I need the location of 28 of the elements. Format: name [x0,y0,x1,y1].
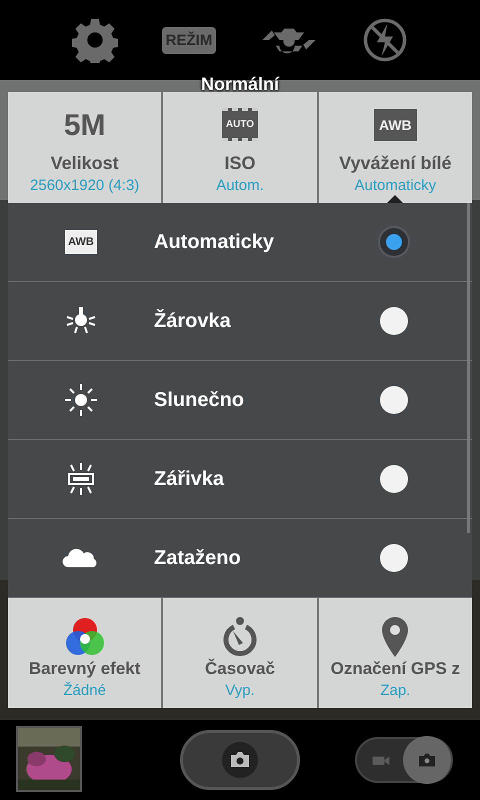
sun-icon [63,383,99,417]
camera-video-toggle[interactable] [355,737,453,783]
setting-tile[interactable]: Časovač Vyp. [163,598,317,708]
option-label: Slunečno [154,388,246,412]
radio-button[interactable] [380,465,408,493]
camera-icon [417,752,437,768]
option-label: Zataženo [154,546,242,570]
awb-icon: AWB [374,109,417,141]
flash-off-icon[interactable] [362,17,408,63]
location-pin-icon [380,615,410,659]
setting-tile[interactable]: AWB Vyvážení bílé Automaticky [318,92,472,203]
setting-tile[interactable]: 5M Velikost 2560x1920 (4:3) [8,92,162,203]
settings-icon[interactable] [72,17,118,63]
setting-tile[interactable]: Označení GPS z Zap. [318,598,472,708]
setting-tile[interactable]: Barevný efekt Žádné [8,598,162,708]
size-icon-text: 5M [64,109,106,143]
option-label: Zářivka [154,468,226,490]
iso-icon: AUTO [222,108,258,141]
option-label: Automaticky [154,230,276,254]
radio-button[interactable] [380,386,408,414]
camera-icon [220,740,260,780]
radio-button[interactable] [380,544,408,572]
radio-button[interactable] [380,228,408,256]
awb-icon: AWB [65,230,97,254]
setting-tile[interactable]: AUTO ISO Autom. [163,92,317,203]
radio-button[interactable] [380,307,408,335]
option-label: Žárovka [154,310,232,332]
mode-label: Normální [201,74,279,95]
